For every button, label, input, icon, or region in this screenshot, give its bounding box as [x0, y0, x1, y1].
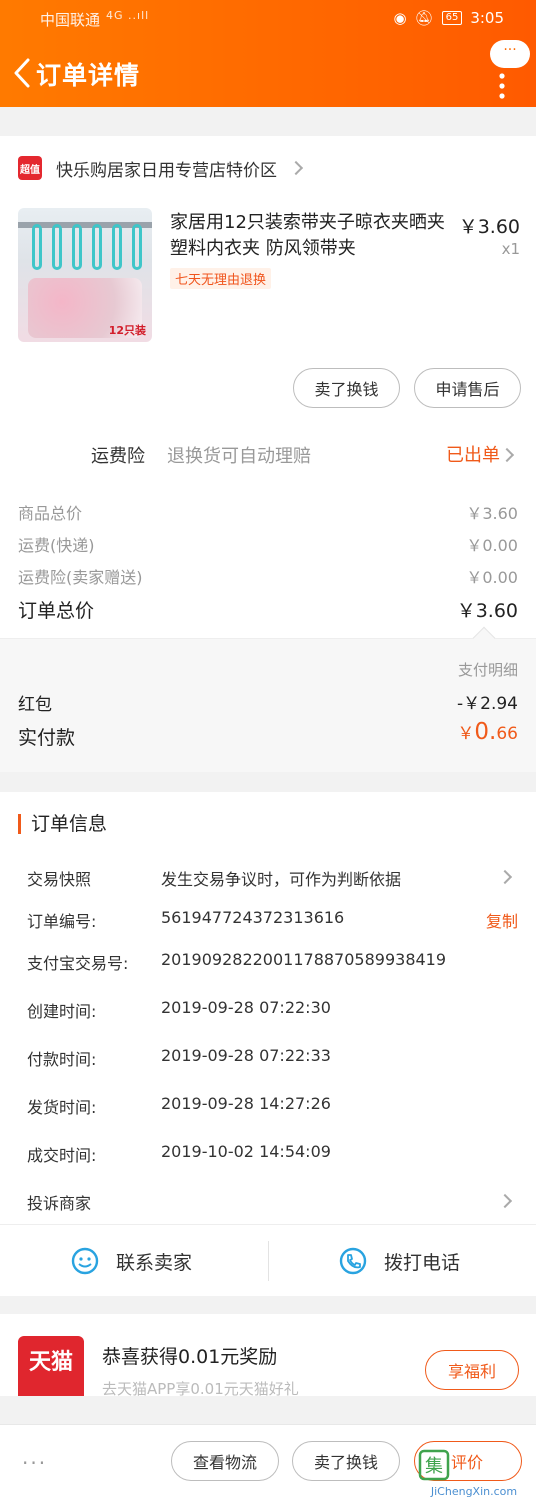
- payment-summary: 支付明细 红包 -￥2.94 实付款 ￥0.66: [0, 626, 536, 772]
- info-label: 交易快照: [27, 870, 92, 889]
- status-bar: 中国联通 4G ..ıll ◉ 🔕︎ 65 3:05: [0, 0, 536, 36]
- alipay-number: 2019092822001178870589938419: [161, 950, 447, 969]
- info-value: 发生交易争议时，可作为判断依据: [161, 870, 402, 889]
- info-value: 2019-09-28 07:22:33: [161, 1046, 331, 1065]
- info-label: 付款时间:: [27, 1050, 97, 1069]
- info-label: 创建时间:: [27, 1002, 97, 1021]
- fee-row: 运费(快递) ￥0.00: [18, 532, 518, 556]
- promo-title: 恭喜获得0.01元奖励: [102, 1346, 278, 1368]
- page-title: 订单详情: [36, 61, 141, 90]
- order-total-label: 订单总价: [18, 600, 95, 622]
- product-title[interactable]: 家居用12只装索带夹子晾衣夹晒夹 塑料内衣夹 防风领带夹: [170, 210, 450, 262]
- product-price: ￥3.60: [458, 216, 520, 238]
- actual-paid-label: 实付款: [18, 727, 76, 749]
- shipping-insurance-label: 运费险: [91, 446, 145, 467]
- call-phone-button[interactable]: 拨打电话: [338, 1225, 460, 1297]
- created-time-row: 创建时间: 2019-09-28 07:22:30: [27, 998, 518, 1022]
- phone-icon: [339, 1247, 367, 1275]
- call-phone-label: 拨打电话: [384, 1251, 461, 1274]
- alipay-number-row: 支付宝交易号: 2019092822001178870589938419: [27, 950, 518, 974]
- back-arrow-icon[interactable]: [10, 56, 36, 90]
- fee-row: 运费险(卖家赠送) ￥0.00: [18, 564, 518, 588]
- complaint-row[interactable]: 投诉商家: [27, 1190, 518, 1214]
- fee-value: ￥0.00: [466, 536, 518, 555]
- info-label: 发货时间:: [27, 1098, 97, 1117]
- order-total-row: 订单总价 ￥3.60: [18, 596, 518, 623]
- chevron-right-icon: [288, 160, 304, 176]
- red-packet-value: -￥2.94: [457, 694, 518, 714]
- chevron-right-icon: [497, 869, 513, 885]
- claim-benefit-button[interactable]: 享福利: [425, 1350, 519, 1390]
- shipping-insurance-desc: 退换货可自动理赔: [167, 446, 311, 467]
- fee-row: 商品总价 ￥3.60: [18, 500, 518, 524]
- contact-seller-label: 联系卖家: [116, 1251, 193, 1274]
- svg-text:JiChengXin.com: JiChengXin.com: [430, 1485, 517, 1498]
- resell-button[interactable]: 卖了换钱: [293, 368, 400, 408]
- completed-time-row: 成交时间: 2019-10-02 14:54:09: [27, 1142, 518, 1166]
- chevron-right-icon: [497, 1193, 513, 1209]
- contact-bar: 联系卖家 拨打电话: [0, 1224, 536, 1296]
- shop-row[interactable]: 超值 快乐购居家日用专营店特价区: [18, 154, 304, 182]
- fee-label: 商品总价: [18, 504, 83, 523]
- section-title: 订单信息: [18, 814, 107, 834]
- signal-icon: 4G ..ıll: [106, 9, 150, 22]
- shop-badge-icon: 超值: [18, 156, 42, 180]
- chevron-right-icon: [499, 447, 515, 463]
- clock-time: 3:05: [470, 9, 504, 27]
- info-value: 2019-09-28 07:22:30: [161, 998, 331, 1017]
- info-label: 成交时间:: [27, 1146, 97, 1165]
- fee-label: 运费险(卖家赠送): [18, 568, 143, 587]
- shipped-time-row: 发货时间: 2019-09-28 14:27:26: [27, 1094, 518, 1118]
- order-item-card: 超值 快乐购居家日用专营店特价区 12只装 家居用12只装索带夹子晾衣夹晒夹 塑…: [0, 136, 536, 638]
- payment-detail-link[interactable]: 支付明细: [458, 659, 518, 680]
- product-quantity: x1: [501, 240, 520, 258]
- order-info-card: 订单信息 交易快照 发生交易争议时，可作为判断依据 订单编号: 56194772…: [0, 792, 536, 1224]
- eye-icon: ◉: [393, 9, 407, 27]
- battery-icon: 65: [441, 11, 463, 25]
- promo-card[interactable]: 天猫 恭喜获得0.01元奖励 去天猫APP享0.01元天猫好礼 享福利: [0, 1314, 536, 1396]
- fee-value: ￥0.00: [466, 568, 518, 587]
- info-value: 2019-09-28 14:27:26: [161, 1094, 331, 1113]
- order-number-row: 订单编号: 561947724372313616 复制: [27, 908, 518, 932]
- tmall-logo: 天猫: [18, 1336, 84, 1396]
- svg-text:集: 集: [425, 1456, 443, 1477]
- watermark-logo: 集 JiChengXin.com: [418, 1449, 517, 1498]
- chat-icon: [71, 1247, 99, 1275]
- more-menu-icon[interactable]: [499, 70, 505, 110]
- shop-name[interactable]: 快乐购居家日用专营店特价区: [56, 156, 277, 181]
- divider: [268, 1241, 269, 1281]
- paid-time-row: 付款时间: 2019-09-28 07:22:33: [27, 1046, 518, 1070]
- complaint-label: 投诉商家: [27, 1194, 92, 1213]
- after-sale-button[interactable]: 申请售后: [414, 368, 521, 408]
- order-number: 561947724372313616: [161, 908, 345, 927]
- copy-button[interactable]: 复制: [486, 908, 518, 932]
- refund-policy-badge: 七天无理由退换: [170, 268, 272, 289]
- header: 中国联通 4G ..ıll ◉ 🔕︎ 65 3:05 订单详情 ···: [0, 0, 536, 107]
- fee-label: 运费(快递): [18, 536, 95, 555]
- promo-subtitle: 去天猫APP享0.01元天猫好礼: [102, 1380, 299, 1396]
- fee-value: ￥3.60: [466, 504, 518, 523]
- product-image[interactable]: 12只装: [18, 208, 152, 342]
- view-logistics-button[interactable]: 查看物流: [171, 1441, 279, 1481]
- red-packet-label: 红包: [18, 695, 52, 715]
- image-tag: 12只装: [108, 324, 146, 337]
- bottom-action-bar: ··· 查看物流 卖了换钱 评价 集 JiChengXin.com: [0, 1424, 536, 1500]
- more-actions-icon[interactable]: ···: [22, 1451, 47, 1475]
- actual-paid-value: ￥0.66: [457, 719, 518, 745]
- message-bubble-icon[interactable]: ···: [490, 40, 530, 68]
- nav-bar: 订单详情 ···: [0, 40, 536, 100]
- info-label: 支付宝交易号:: [27, 954, 129, 973]
- info-label: 订单编号:: [27, 912, 97, 931]
- resell-button[interactable]: 卖了换钱: [292, 1441, 400, 1481]
- mute-icon: 🔕︎: [414, 9, 434, 27]
- contact-seller-button[interactable]: 联系卖家: [70, 1225, 192, 1297]
- info-value: 2019-10-02 14:54:09: [161, 1142, 331, 1161]
- carrier-label: 中国联通: [40, 11, 101, 29]
- order-total-value: ￥3.60: [456, 600, 518, 622]
- trade-snapshot-row[interactable]: 交易快照 发生交易争议时，可作为判断依据: [27, 866, 518, 890]
- shipping-insurance-status[interactable]: 已出单: [446, 441, 500, 467]
